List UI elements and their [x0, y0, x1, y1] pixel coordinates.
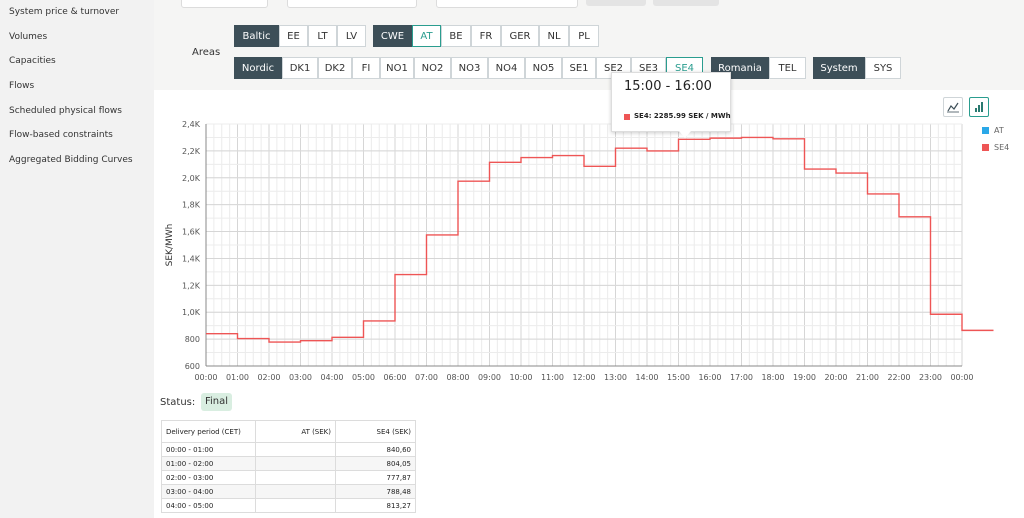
tooltip-swatch: [624, 114, 630, 120]
y-tick-label: 2,4K: [182, 120, 201, 129]
x-tick-label: 16:00: [698, 373, 721, 382]
x-tick-label: 10:00: [509, 373, 532, 382]
x-tick-label: 13:00: [604, 373, 627, 382]
table-cell-se4: 840,60: [335, 442, 416, 457]
x-tick-label: 04:00: [320, 373, 343, 382]
legend-label-se4: SE4: [994, 143, 1010, 152]
x-tick-label: 00:00: [950, 373, 973, 382]
x-tick-label: 00:00: [194, 373, 217, 382]
x-tick-label: 20:00: [824, 373, 847, 382]
tooltip-value-text: SE4: 2285.99 SEK / MWh: [634, 112, 731, 120]
table-header-period[interactable]: Delivery period (CET): [161, 420, 256, 443]
y-tick-label: 2,0K: [182, 174, 201, 183]
status-label: Status:: [160, 397, 196, 408]
price-chart: 600 800 1,0K 1,2K 1,4K 1,6K 1,8K 2,0K 2,2K 2,4K 00…: [165, 120, 994, 382]
y-tick-label: 2,2K: [182, 147, 201, 156]
x-tick-label: 01:00: [226, 373, 249, 382]
tooltip-value: SE4: 2285.99 SEK / MWh: [624, 112, 731, 120]
table-row: 00:00 - 01:00 840,60: [161, 442, 416, 457]
table-cell-se4: 813,27: [335, 498, 416, 513]
table-row: 01:00 - 02:00 804,05: [161, 456, 416, 471]
table-cell-period: 02:00 - 03:00: [161, 470, 256, 485]
x-tick-label: 15:00: [667, 373, 690, 382]
legend-item-se4[interactable]: SE4: [982, 143, 1009, 152]
legend-item-at[interactable]: AT: [982, 126, 1004, 135]
table-row: 03:00 - 04:00 788,48: [161, 484, 416, 499]
table-cell-at: [255, 456, 336, 471]
table-cell-period: 03:00 - 04:00: [161, 484, 256, 499]
legend-swatch-se4: [982, 144, 989, 151]
table-cell-period: 00:00 - 01:00: [161, 442, 256, 457]
table-row: 04:00 - 05:00 813,27: [161, 498, 416, 513]
x-tick-label: 21:00: [856, 373, 879, 382]
x-tick-label: 18:00: [761, 373, 784, 382]
legend-label-at: AT: [994, 126, 1004, 135]
legend-swatch-at: [982, 127, 989, 134]
table-cell-at: [255, 498, 336, 513]
y-axis-label: SEK/MWh: [165, 224, 175, 267]
table-row: 02:00 - 03:00 777,87: [161, 470, 416, 485]
x-tick-label: 08:00: [446, 373, 469, 382]
table-cell-se4: 777,87: [335, 470, 416, 485]
y-tick-label: 1,6K: [182, 228, 201, 237]
table-cell-se4: 804,05: [335, 456, 416, 471]
y-tick-label: 1,0K: [182, 308, 201, 317]
y-tick-label: 1,4K: [182, 254, 201, 263]
data-table: Delivery period (CET) AT (SEK) SE4 (SEK)…: [161, 420, 416, 513]
table-header-at[interactable]: AT (SEK): [255, 420, 336, 443]
y-tick-label: 800: [185, 335, 200, 344]
x-tick-label: 05:00: [352, 373, 375, 382]
table-header-row: Delivery period (CET) AT (SEK) SE4 (SEK): [161, 420, 416, 443]
table-cell-period: 01:00 - 02:00: [161, 456, 256, 471]
x-tick-label: 11:00: [541, 373, 564, 382]
x-tick-label: 06:00: [383, 373, 406, 382]
x-tick-label: 14:00: [635, 373, 658, 382]
tooltip-pointer: [679, 131, 691, 138]
table-cell-se4: 788,48: [335, 484, 416, 499]
x-tick-label: 17:00: [730, 373, 753, 382]
table-cell-at: [255, 484, 336, 499]
y-tick-label: 1,8K: [182, 201, 201, 210]
y-tick-label: 1,2K: [182, 281, 201, 290]
y-tick-label: 600: [185, 362, 200, 371]
chart-tooltip: 15:00 - 16:00 SE4: 2285.99 SEK / MWh: [611, 72, 731, 132]
table-cell-at: [255, 442, 336, 457]
x-tick-label: 02:00: [257, 373, 280, 382]
x-tick-label: 07:00: [415, 373, 438, 382]
table-cell-at: [255, 470, 336, 485]
x-tick-label: 19:00: [793, 373, 816, 382]
x-tick-label: 22:00: [887, 373, 910, 382]
table-header-se4[interactable]: SE4 (SEK): [335, 420, 416, 443]
tooltip-time: 15:00 - 16:00: [624, 79, 712, 94]
x-tick-label: 03:00: [289, 373, 312, 382]
x-tick-label: 23:00: [919, 373, 942, 382]
status-badge: Final: [201, 393, 233, 411]
table-cell-period: 04:00 - 05:00: [161, 498, 256, 513]
x-tick-label: 09:00: [478, 373, 501, 382]
x-tick-label: 12:00: [572, 373, 595, 382]
